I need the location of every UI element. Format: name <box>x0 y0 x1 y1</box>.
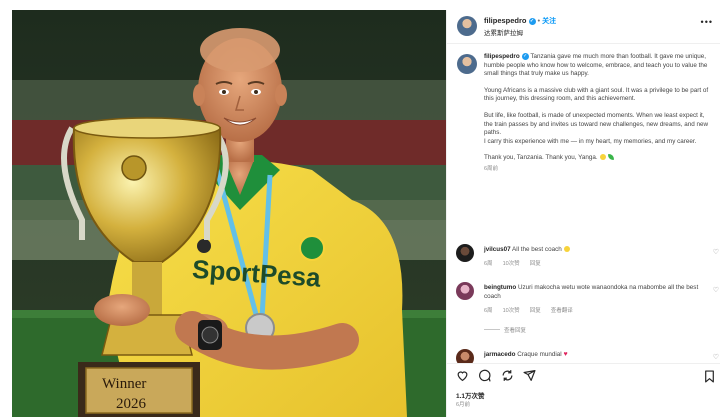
avatar[interactable] <box>457 16 477 36</box>
caption-paragraph-5: Thank you, Tanzania. Thank you, Yanga. <box>484 154 598 162</box>
view-replies-button[interactable]: 查看回复 <box>484 326 526 334</box>
post-actions: 1.1万次赞 6月前 <box>447 363 720 417</box>
caption-username[interactable]: filipespedro <box>484 53 520 60</box>
view-replies-label: 查看回复 <box>504 328 527 334</box>
comment-like-heart-icon[interactable]: ♡ <box>713 286 719 294</box>
post-date: 6月前 <box>456 402 471 408</box>
comment-username[interactable]: beingtumo <box>484 284 516 291</box>
coach-with-trophy-image: SportPesa Winner 2026 <box>12 10 446 417</box>
more-icon[interactable]: ••• <box>701 17 713 27</box>
emoji-icon <box>563 246 570 252</box>
caption-avatar[interactable] <box>457 54 477 74</box>
reply-button[interactable]: 回复 <box>530 308 541 314</box>
yellow-heart-emoji-icon <box>599 154 606 161</box>
post-photo[interactable]: SportPesa Winner 2026 <box>12 10 446 417</box>
caption-paragraph-3: But life, like football, is made of unex… <box>484 111 709 137</box>
caption-paragraph-4: I carry this experience with me — in my … <box>484 137 697 145</box>
follow-button[interactable]: 关注 <box>542 18 556 25</box>
caption-time: 6周前 <box>484 165 499 172</box>
translate-button[interactable]: 查看翻译 <box>551 308 573 314</box>
comment-text: Craque mundial <box>517 351 562 358</box>
comment-likes[interactable]: 10次赞 <box>503 308 520 314</box>
comment-like-heart-icon[interactable]: ♡ <box>713 248 719 256</box>
comment-text: All the best coach <box>512 246 562 253</box>
bookmark-icon[interactable] <box>704 370 715 388</box>
header-username[interactable]: filipespedro <box>484 16 527 25</box>
reply-button[interactable]: 回复 <box>530 261 541 267</box>
likes-count[interactable]: 1.1万次赞 <box>456 390 485 400</box>
comment-likes[interactable]: 10次赞 <box>503 261 520 267</box>
location-label[interactable]: 达累斯萨拉姆 <box>484 27 523 37</box>
trophy-plaque-line2: 2026 <box>116 396 147 412</box>
post-header: filipespedro ✓ • 关注 达累斯萨拉姆 ••• <box>447 10 720 44</box>
comment-username[interactable]: jvilcus07 <box>484 246 511 253</box>
red-heart-emoji-icon: ♥ <box>563 351 568 358</box>
comment-username[interactable]: jarmacedo <box>484 351 516 358</box>
verified-badge-icon: ✓ <box>521 53 529 60</box>
comment-time: 6周 <box>484 261 493 267</box>
comment-icon[interactable] <box>478 369 491 387</box>
green-heart-emoji-icon <box>607 154 614 161</box>
commenter-avatar[interactable] <box>456 244 474 262</box>
post-side-panel: filipespedro ✓ • 关注 达累斯萨拉姆 ••• filipespedro… <box>446 10 720 417</box>
repost-icon[interactable] <box>501 369 514 387</box>
share-icon[interactable] <box>523 369 536 387</box>
comment-text: Uzuri makocha wetu wote wanaondoka na ma… <box>484 284 699 300</box>
comment-time: 6周 <box>484 308 493 314</box>
instagram-post: SportPesa Winner 2026 filipespedro ✓ • 关… <box>0 0 720 417</box>
caption-paragraph-2: Young Africans is a massive club with a … <box>484 86 709 103</box>
verified-badge-icon: ✓ <box>528 18 536 25</box>
heart-icon[interactable] <box>456 369 469 387</box>
commenter-avatar[interactable] <box>456 282 474 300</box>
comment-like-heart-icon[interactable]: ♡ <box>713 353 719 361</box>
trophy-plaque-line1: Winner <box>102 376 146 392</box>
